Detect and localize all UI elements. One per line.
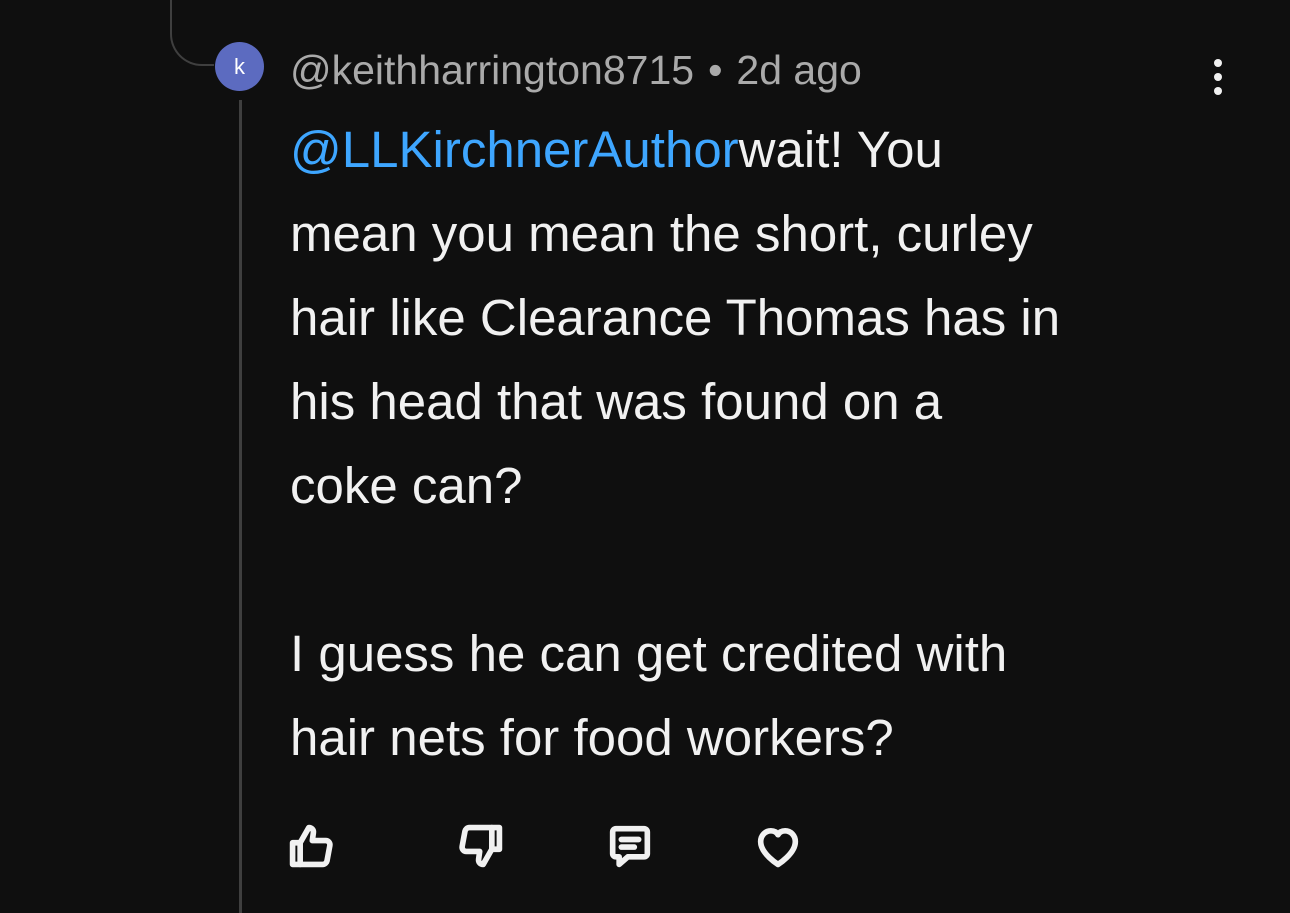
heart-button[interactable] [750, 818, 806, 874]
like-button[interactable] [283, 818, 339, 874]
comment-line: @LLKirchnerAuthorwait! You [290, 121, 943, 178]
thumbs-up-icon [289, 824, 333, 868]
header-separator: • [708, 46, 723, 93]
comment-line: I guess he can get credited with [290, 625, 1008, 682]
avatar-letter: k [234, 53, 245, 79]
avatar[interactable]: k [215, 42, 264, 91]
comment-line: his head that was found on a [290, 373, 943, 430]
heart-icon [757, 828, 799, 868]
reply-button[interactable] [602, 818, 658, 874]
comment-line: mean you mean the short, curley [290, 205, 1033, 262]
more-options-button[interactable] [1196, 52, 1240, 102]
comment-body: @LLKirchnerAuthorwait! You mean you mean… [290, 108, 1250, 780]
comment-line: coke can? [290, 457, 523, 514]
author-handle[interactable]: @keithharrington8715 [290, 47, 694, 94]
comment-thread: k @keithharrington8715 • 2d ago @LLKirch… [0, 0, 1290, 913]
thread-connector-curve [170, 0, 214, 66]
reply-comment-icon [609, 825, 651, 868]
comment-line: hair like Clearance Thomas has in [290, 289, 1061, 346]
mention-link[interactable]: @LLKirchnerAuthor [290, 121, 739, 178]
thread-line [239, 100, 242, 913]
comment-header: @keithharrington8715 • 2d ago [290, 44, 862, 96]
dislike-button[interactable] [453, 818, 509, 874]
thumbs-down-icon [459, 824, 503, 868]
comment-timestamp[interactable]: 2d ago [736, 47, 861, 94]
comment-line: hair nets for food workers? [290, 709, 894, 766]
more-vertical-icon [1214, 59, 1222, 67]
